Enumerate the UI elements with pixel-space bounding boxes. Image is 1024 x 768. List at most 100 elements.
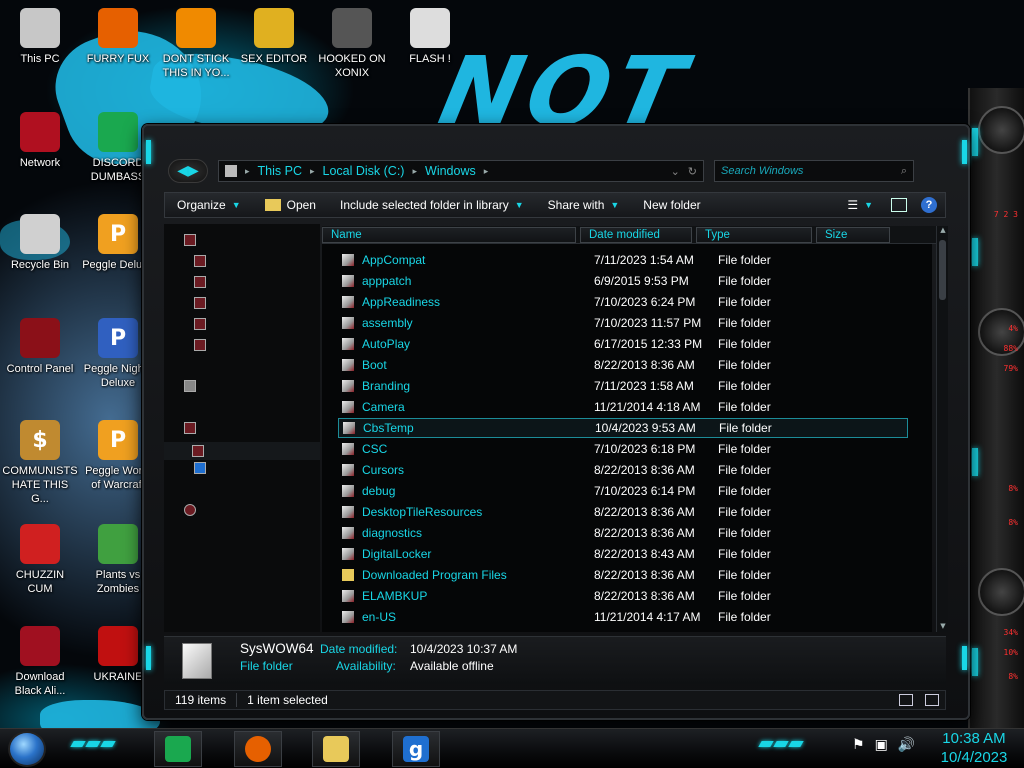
- nav-item-network[interactable]: [184, 504, 196, 516]
- file-list[interactable]: AppCompat 7/11/2023 1:54 AM File folder app…: [322, 244, 932, 632]
- desktop-icon-label: Download Black Ali...: [14, 671, 66, 697]
- file-row[interactable]: diagnostics 8/22/2013 8:36 AM File folder: [338, 523, 908, 543]
- file-row[interactable]: AppCompat 7/11/2023 1:54 AM File folder: [338, 250, 908, 270]
- nav-item-this-pc[interactable]: [184, 422, 196, 434]
- file-explorer-window[interactable]: ◀▶ ▸ This PC ▸ Local Disk (C:) ▸ Windows…: [142, 124, 970, 720]
- file-row[interactable]: apppatch 6/9/2015 9:53 PM File folder: [338, 271, 908, 291]
- file-row[interactable]: Cursors 8/22/2013 8:36 AM File folder: [338, 460, 908, 480]
- action-center-icon[interactable]: ⚑: [852, 737, 865, 753]
- nav-item[interactable]: [194, 276, 206, 288]
- file-row[interactable]: en-US 11/21/2014 4:17 AM File folder: [338, 607, 908, 627]
- preview-pane-icon[interactable]: [891, 198, 907, 212]
- file-type: File folder: [718, 379, 771, 393]
- file-row[interactable]: Branding 7/11/2023 1:58 AM File folder: [338, 376, 908, 396]
- large-icons-view-icon[interactable]: [925, 694, 939, 706]
- breadcrumb-windows[interactable]: Windows: [425, 164, 476, 178]
- nav-item[interactable]: [194, 318, 206, 330]
- view-options-button[interactable]: ☰ ▼: [835, 198, 885, 212]
- folder-icon: [343, 422, 355, 434]
- gadget-stat: 10%: [1003, 648, 1018, 657]
- desktop-icon[interactable]: Network: [2, 112, 78, 170]
- open-button[interactable]: Open: [253, 198, 328, 212]
- taskbar-button-firefox[interactable]: [234, 731, 282, 767]
- details-view-icon[interactable]: [899, 694, 913, 706]
- app-icon: [176, 8, 216, 48]
- file-row[interactable]: AutoPlay 6/17/2015 12:33 PM File folder: [338, 334, 908, 354]
- nav-item[interactable]: [194, 297, 206, 309]
- taskbar-clock[interactable]: 10:38 AM 10/4/2023: [932, 729, 1016, 767]
- file-row[interactable]: Camera 11/21/2014 4:18 AM File folder: [338, 397, 908, 417]
- desktop-icon[interactable]: This PC: [2, 8, 78, 66]
- desktop-icon[interactable]: Download Black Ali...: [2, 626, 78, 698]
- gadget-led: [972, 448, 978, 476]
- nav-item[interactable]: [194, 255, 206, 267]
- desktop-icon[interactable]: SEX EDITOR: [236, 8, 312, 66]
- nav-item[interactable]: [184, 234, 196, 246]
- start-button[interactable]: [8, 731, 46, 767]
- desktop-icon[interactable]: Recycle Bin: [2, 214, 78, 272]
- file-row[interactable]: DigitalLocker 8/22/2013 8:43 AM File folde…: [338, 544, 908, 564]
- file-row[interactable]: Downloaded Program Files 8/22/2013 8:36 A…: [338, 565, 908, 585]
- file-row[interactable]: DesktopTileResources 8/22/2013 8:36 AM Fil…: [338, 502, 908, 522]
- search-input[interactable]: [721, 165, 901, 177]
- file-name: debug: [362, 484, 396, 498]
- file-row[interactable]: AppReadiness 7/10/2023 6:24 PM File folder: [338, 292, 908, 312]
- column-header-date[interactable]: Date modified: [580, 227, 692, 243]
- app-icon: [20, 214, 60, 254]
- breadcrumb-this-pc[interactable]: This PC: [258, 164, 302, 178]
- address-dropdown-icon[interactable]: ⌄: [671, 165, 680, 178]
- network-status-icon[interactable]: ▣: [875, 737, 888, 753]
- clock-time: 10:38 AM: [942, 730, 1006, 747]
- app-icon: [98, 8, 138, 48]
- column-header-type[interactable]: Type: [696, 227, 812, 243]
- back-forward-button[interactable]: ◀▶: [168, 159, 208, 183]
- new-folder-button[interactable]: New folder: [631, 198, 712, 212]
- search-box[interactable]: ⌕: [714, 160, 914, 182]
- gadget-ring: [978, 568, 1024, 616]
- desktop-icon[interactable]: $ COMMUNISTS HATE THIS G...: [2, 420, 78, 506]
- search-icon[interactable]: ⌕: [901, 165, 907, 178]
- desktop-icon[interactable]: FURRY FUX: [80, 8, 156, 66]
- vertical-scrollbar[interactable]: ▲ ▼: [936, 226, 948, 632]
- scroll-up-icon[interactable]: ▲: [937, 226, 949, 236]
- desktop-icon[interactable]: DONT STICK THIS IN YO...: [158, 8, 234, 80]
- app-icon: P: [98, 420, 138, 460]
- help-icon[interactable]: ?: [921, 197, 937, 213]
- file-type: File folder: [718, 463, 771, 477]
- desktop-icon[interactable]: FLASH !: [392, 8, 468, 66]
- column-header-name[interactable]: Name: [322, 227, 576, 243]
- folder-icon: [342, 254, 354, 266]
- address-bar[interactable]: ▸ This PC ▸ Local Disk (C:) ▸ Windows ▸ …: [218, 160, 704, 182]
- taskbar-button-discord[interactable]: [154, 731, 202, 767]
- nav-item-local-disk[interactable]: [164, 442, 320, 460]
- desktop-icon[interactable]: Control Panel: [2, 318, 78, 376]
- status-bar: 119 items 1 item selected: [164, 690, 946, 710]
- file-row[interactable]: ELAMBKUP 8/22/2013 8:36 AM File folder: [338, 586, 908, 606]
- file-row[interactable]: Boot 8/22/2013 8:36 AM File folder: [338, 355, 908, 375]
- file-row[interactable]: CbsTemp 10/4/2023 9:53 AM File folder: [338, 418, 908, 438]
- organize-button[interactable]: Organize ▼: [165, 198, 253, 212]
- nav-item-homegroup[interactable]: [184, 380, 196, 392]
- scroll-down-icon[interactable]: ▼: [937, 622, 949, 632]
- nav-item-drive[interactable]: [194, 462, 206, 474]
- share-with-button[interactable]: Share with ▼: [536, 198, 632, 212]
- taskbar-button-garrysmod[interactable]: g: [392, 731, 440, 767]
- desktop-icon[interactable]: HOOKED ON XONIX: [314, 8, 390, 80]
- taskbar-button-file-explorer[interactable]: [312, 731, 360, 767]
- column-header-size[interactable]: Size: [816, 227, 890, 243]
- gadget-led: [972, 128, 978, 156]
- include-in-library-button[interactable]: Include selected folder in library ▼: [328, 198, 536, 212]
- scroll-thumb[interactable]: [939, 240, 946, 300]
- file-row[interactable]: CSC 7/10/2023 6:18 PM File folder: [338, 439, 908, 459]
- file-row[interactable]: debug 7/10/2023 6:14 PM File folder: [338, 481, 908, 501]
- folder-icon: [342, 464, 354, 476]
- refresh-icon[interactable]: ↻: [688, 165, 697, 178]
- file-name: Camera: [362, 400, 405, 414]
- frame-led: [146, 140, 151, 164]
- navigation-pane[interactable]: [164, 224, 320, 632]
- desktop-icon[interactable]: CHUZZIN CUM: [2, 524, 78, 596]
- breadcrumb-local-disk[interactable]: Local Disk (C:): [323, 164, 405, 178]
- volume-icon[interactable]: 🔊: [898, 737, 915, 753]
- file-row[interactable]: assembly 7/10/2023 11:57 PM File folder: [338, 313, 908, 333]
- nav-item[interactable]: [194, 339, 206, 351]
